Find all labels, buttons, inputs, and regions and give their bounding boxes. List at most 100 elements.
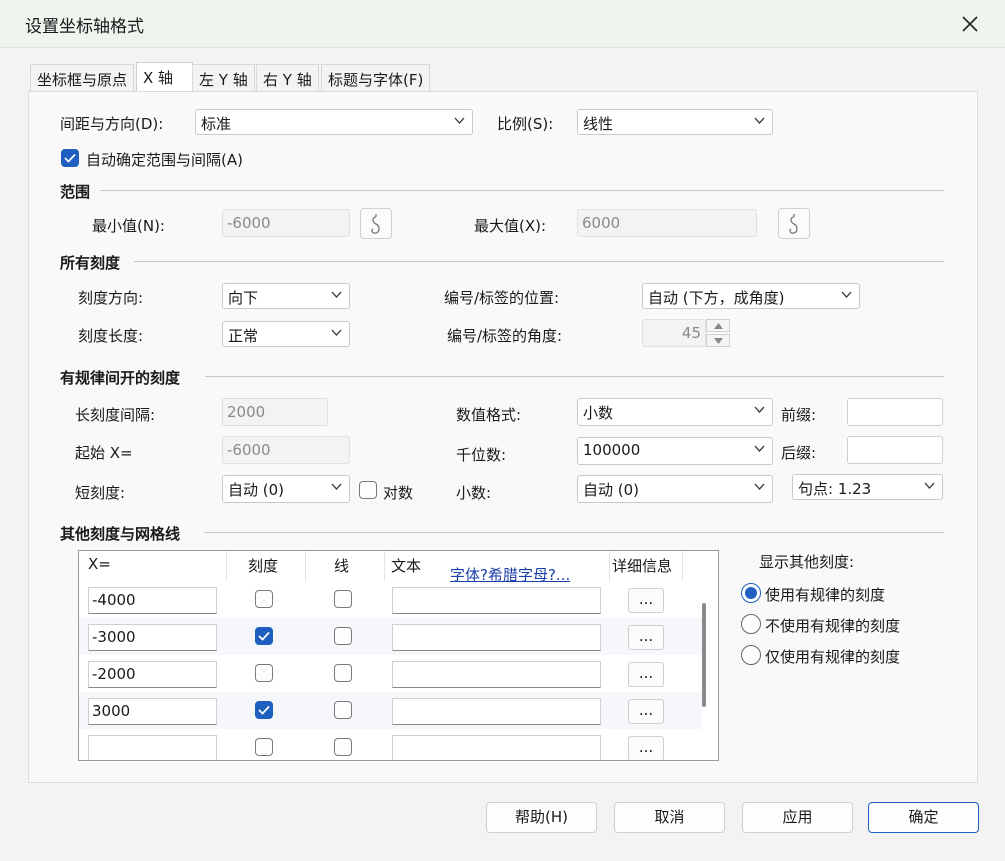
text-input[interactable] (392, 624, 601, 651)
tick-checkbox[interactable] (255, 701, 273, 719)
tab-left-y-axis[interactable]: 左 Y 轴 (192, 64, 255, 91)
table-row: -2000 ... (79, 655, 702, 692)
grid-scrollbar[interactable] (702, 603, 706, 707)
x-value-input[interactable]: -3000 (88, 624, 217, 651)
range-section-title: 范围 (60, 183, 91, 201)
chevron-down-icon (924, 482, 935, 489)
details-button[interactable]: ... (628, 588, 664, 613)
all-ticks-section-title: 所有刻度 (60, 254, 121, 272)
tick-checkbox[interactable] (255, 627, 273, 645)
line-checkbox[interactable] (334, 738, 352, 756)
tick-checkbox[interactable] (255, 590, 273, 608)
text-input[interactable] (392, 735, 601, 760)
chevron-down-icon (331, 329, 342, 336)
tick-direction-select[interactable]: 向下 (222, 283, 350, 309)
auto-range-checkbox[interactable] (61, 149, 79, 167)
decimal-point-select[interactable]: 句点: 1.23 (792, 474, 943, 500)
thousands-value: 100000 (583, 441, 641, 459)
chevron-down-icon (331, 483, 342, 490)
minor-ticks-select[interactable]: 自动 (0) (222, 475, 350, 503)
help-button[interactable]: 帮助(H) (486, 802, 597, 833)
x-value-input[interactable]: -2000 (88, 661, 217, 688)
log-checkbox[interactable] (359, 481, 377, 499)
checkmark-icon (258, 705, 270, 715)
font-greek-link[interactable]: 字体?希腊字母?... (450, 564, 570, 585)
label-position-value: 自动 (下方，成角度) (648, 289, 785, 307)
ok-button[interactable]: 确定 (868, 802, 979, 833)
cancel-button[interactable]: 取消 (614, 802, 725, 833)
start-x-field[interactable]: -6000 (222, 436, 350, 464)
tick-length-select[interactable]: 正常 (222, 321, 350, 347)
scale-label: 比例(S): (497, 115, 554, 133)
angle-spin-up[interactable] (706, 319, 730, 332)
suffix-field[interactable] (847, 436, 943, 464)
col-header-x: X= (88, 555, 111, 573)
min-value-field[interactable]: -6000 (222, 209, 350, 237)
max-pick-button[interactable] (778, 208, 810, 239)
radio-only-regular[interactable] (741, 645, 761, 665)
title-bar: 设置坐标轴格式 (0, 0, 1005, 48)
other-ticks-grid[interactable]: X= 刻度 线 文本 详细信息 -4000 ... -3000 ... -200… (78, 550, 719, 761)
decimals-select[interactable]: 自动 (0) (577, 475, 773, 503)
max-value-field[interactable]: 6000 (577, 209, 757, 237)
tab-right-y-axis[interactable]: 右 Y 轴 (256, 64, 319, 91)
angle-spin-down[interactable] (706, 334, 730, 347)
radio-no-regular-label: 不使用有规律的刻度 (765, 617, 901, 635)
close-button[interactable] (948, 6, 992, 42)
decimals-value: 自动 (0) (583, 481, 640, 499)
hook-icon (789, 213, 798, 234)
tab-title-font[interactable]: 标题与字体(F) (321, 64, 431, 91)
tab-frame-origin[interactable]: 坐标框与原点 (30, 64, 135, 91)
x-value-input[interactable] (88, 735, 217, 760)
x-value-input[interactable]: -4000 (88, 587, 217, 614)
divider (204, 532, 944, 533)
auto-range-label: 自动确定范围与间隔(A) (86, 151, 243, 169)
details-button[interactable]: ... (628, 625, 664, 650)
radio-use-regular[interactable] (741, 583, 761, 603)
text-input[interactable] (392, 587, 601, 614)
chevron-up-icon (713, 322, 723, 329)
number-format-label: 数值格式: (456, 406, 522, 424)
line-checkbox[interactable] (334, 664, 352, 682)
thousands-select[interactable]: 100000 (577, 437, 773, 465)
radio-only-regular-label: 仅使用有规律的刻度 (765, 648, 901, 666)
tick-checkbox[interactable] (255, 664, 273, 682)
line-checkbox[interactable] (334, 701, 352, 719)
table-row: -3000 ... (79, 618, 702, 655)
text-input[interactable] (392, 698, 601, 725)
line-checkbox[interactable] (334, 627, 352, 645)
radio-no-regular[interactable] (741, 614, 761, 634)
tick-direction-label: 刻度方向: (78, 289, 144, 307)
scale-select[interactable]: 线性 (577, 109, 773, 135)
prefix-label: 前缀: (781, 406, 817, 424)
details-button[interactable]: ... (628, 736, 664, 760)
details-button[interactable]: ... (628, 699, 664, 724)
label-position-select[interactable]: 自动 (下方，成角度) (642, 283, 860, 309)
table-row: ... (79, 729, 702, 760)
major-interval-field[interactable]: 2000 (222, 398, 328, 426)
scale-value: 线性 (583, 115, 614, 133)
start-x-label: 起始 X= (75, 444, 133, 462)
line-checkbox[interactable] (334, 590, 352, 608)
checkmark-icon (64, 153, 76, 163)
tick-length-label: 刻度长度: (78, 327, 144, 345)
details-button[interactable]: ... (628, 662, 664, 687)
spacing-select[interactable]: 标准 (195, 109, 473, 135)
chevron-down-icon (331, 291, 342, 298)
min-pick-button[interactable] (360, 208, 392, 239)
text-input[interactable] (392, 661, 601, 688)
label-angle-field[interactable]: 45 (642, 319, 706, 347)
tick-checkbox[interactable] (255, 738, 273, 756)
col-header-text: 文本 (391, 557, 422, 575)
chevron-down-icon (713, 337, 723, 344)
column-separator (609, 551, 610, 581)
column-separator (384, 551, 385, 581)
apply-button[interactable]: 应用 (742, 802, 853, 833)
prefix-field[interactable] (847, 398, 943, 426)
x-value-input[interactable]: 3000 (88, 698, 217, 725)
tab-x-axis[interactable]: X 轴 (136, 62, 193, 92)
suffix-label: 后缀: (781, 444, 817, 462)
chevron-down-icon (754, 483, 765, 490)
column-separator (226, 551, 227, 581)
number-format-select[interactable]: 小数 (577, 398, 773, 426)
